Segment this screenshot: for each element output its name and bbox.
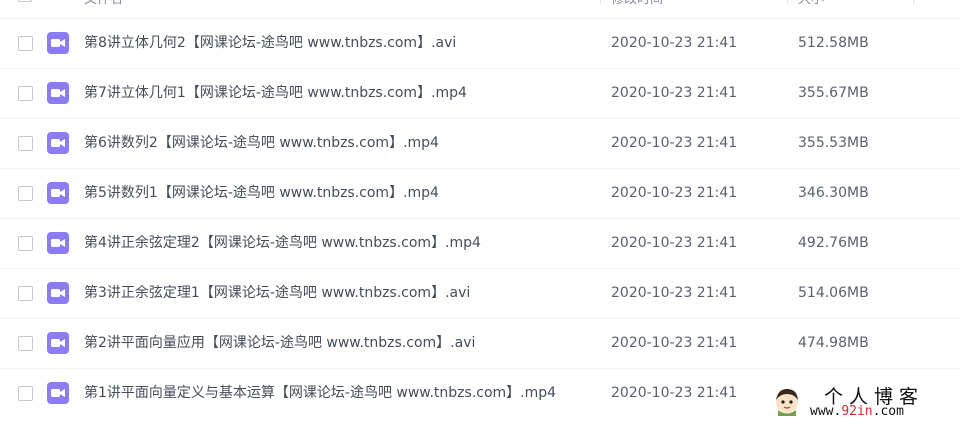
watermark: 个人博客 www.92in.com <box>768 380 960 424</box>
file-row[interactable]: 第8讲立体几何2【网课论坛-途鸟吧 www.tnbzs.com】.avi 202… <box>0 18 960 69</box>
file-name[interactable]: 第3讲正余弦定理1【网课论坛-途鸟吧 www.tnbzs.com】.avi <box>84 268 470 318</box>
file-name[interactable]: 第2讲平面向量应用【网课论坛-途鸟吧 www.tnbzs.com】.avi <box>84 318 475 368</box>
file-modified-time: 2020-10-23 21:41 <box>611 335 738 351</box>
file-list: 文件名 ▼ 修改时间 大小 第8讲立体几何2【网课论坛-途鸟吧 www.tnbz… <box>0 0 960 424</box>
column-header-modified[interactable]: 修改时间 <box>611 0 663 18</box>
column-divider[interactable] <box>600 0 601 4</box>
video-icon <box>47 182 69 204</box>
video-icon <box>47 232 69 254</box>
file-row[interactable]: 第2讲平面向量应用【网课论坛-途鸟吧 www.tnbzs.com】.avi 20… <box>0 318 960 369</box>
file-size: 492.76MB <box>798 235 869 251</box>
video-icon <box>47 132 69 154</box>
file-modified-time: 2020-10-23 21:41 <box>611 285 738 301</box>
file-name[interactable]: 第7讲立体几何1【网课论坛-途鸟吧 www.tnbzs.com】.mp4 <box>84 68 467 118</box>
watermark-url: www.92in.com <box>810 404 904 419</box>
file-size: 512.58MB <box>798 35 869 51</box>
file-name[interactable]: 第4讲正余弦定理2【网课论坛-途鸟吧 www.tnbzs.com】.mp4 <box>84 218 481 268</box>
file-modified-time: 2020-10-23 21:41 <box>611 185 738 201</box>
file-name[interactable]: 第8讲立体几何2【网课论坛-途鸟吧 www.tnbzs.com】.avi <box>84 18 456 68</box>
file-modified-time: 2020-10-23 21:41 <box>611 85 738 101</box>
file-list-header: 文件名 ▼ 修改时间 大小 <box>0 0 960 19</box>
row-checkbox[interactable] <box>18 86 33 101</box>
file-row[interactable]: 第6讲数列2【网课论坛-途鸟吧 www.tnbzs.com】.mp4 2020-… <box>0 118 960 169</box>
row-checkbox[interactable] <box>18 186 33 201</box>
file-name[interactable]: 第5讲数列1【网课论坛-途鸟吧 www.tnbzs.com】.mp4 <box>84 168 439 218</box>
file-row[interactable]: 第3讲正余弦定理1【网课论坛-途鸟吧 www.tnbzs.com】.avi 20… <box>0 268 960 319</box>
file-row[interactable]: 第7讲立体几何1【网课论坛-途鸟吧 www.tnbzs.com】.mp4 202… <box>0 68 960 119</box>
row-checkbox[interactable] <box>18 336 33 351</box>
row-checkbox[interactable] <box>18 36 33 51</box>
select-all-checkbox[interactable] <box>18 0 32 2</box>
file-row[interactable]: 第4讲正余弦定理2【网课论坛-途鸟吧 www.tnbzs.com】.mp4 20… <box>0 218 960 269</box>
file-size: 355.53MB <box>798 135 869 151</box>
column-header-size[interactable]: 大小 <box>798 0 824 18</box>
row-checkbox[interactable] <box>18 236 33 251</box>
file-size: 474.98MB <box>798 335 869 351</box>
row-checkbox[interactable] <box>18 136 33 151</box>
video-icon <box>47 332 69 354</box>
row-checkbox[interactable] <box>18 386 33 401</box>
file-size: 355.67MB <box>798 85 869 101</box>
file-row[interactable]: 第5讲数列1【网课论坛-途鸟吧 www.tnbzs.com】.mp4 2020-… <box>0 168 960 219</box>
file-modified-time: 2020-10-23 21:41 <box>611 135 738 151</box>
avatar-icon <box>776 389 798 416</box>
video-icon <box>47 82 69 104</box>
video-icon <box>47 32 69 54</box>
video-icon <box>47 382 69 404</box>
file-modified-time: 2020-10-23 21:41 <box>611 385 738 401</box>
file-name[interactable]: 第1讲平面向量定义与基本运算【网课论坛-途鸟吧 www.tnbzs.com】.m… <box>84 368 556 418</box>
video-icon <box>47 282 69 304</box>
file-name[interactable]: 第6讲数列2【网课论坛-途鸟吧 www.tnbzs.com】.mp4 <box>84 118 439 168</box>
file-modified-time: 2020-10-23 21:41 <box>611 235 738 251</box>
column-divider[interactable] <box>787 0 788 4</box>
row-checkbox[interactable] <box>18 286 33 301</box>
column-divider[interactable] <box>913 0 914 4</box>
file-size: 346.30MB <box>798 185 869 201</box>
file-modified-time: 2020-10-23 21:41 <box>611 35 738 51</box>
column-header-name[interactable]: 文件名 <box>84 0 123 18</box>
file-size: 514.06MB <box>798 285 869 301</box>
